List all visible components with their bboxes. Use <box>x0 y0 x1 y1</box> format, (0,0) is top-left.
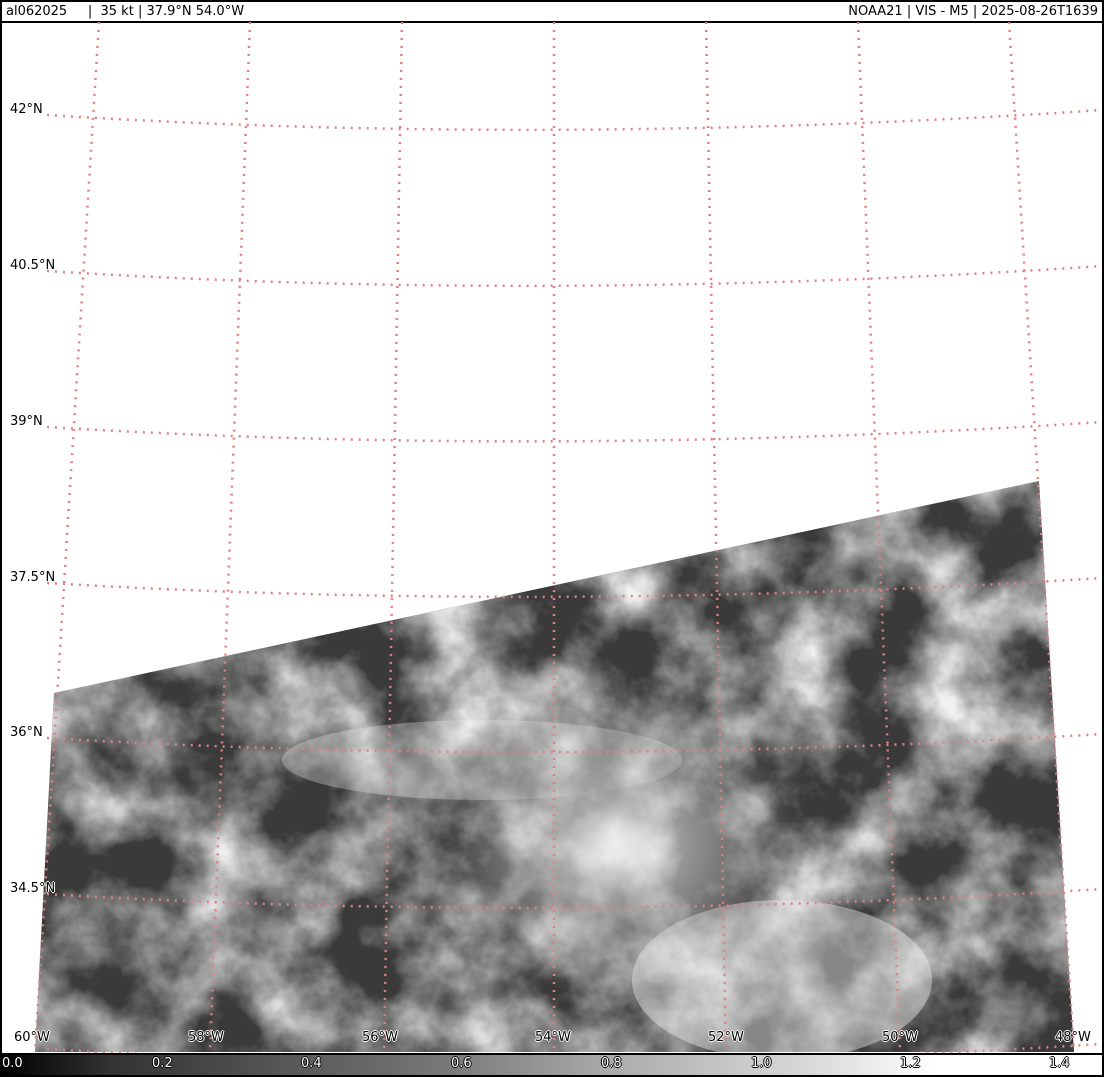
colorbar-tick: 0.6 <box>451 1056 472 1071</box>
lat-label: 34.5°N <box>10 881 56 896</box>
colorbar-tick: 0.2 <box>152 1056 173 1071</box>
lat-label: 36°N <box>10 725 43 740</box>
lat-label: 42°N <box>10 102 43 117</box>
lat-label: 39°N <box>10 414 43 429</box>
lon-label: 60°W <box>14 1030 50 1045</box>
colorbar-tick: 0.0 <box>2 1056 23 1071</box>
satellite-map: 42°N 40.5°N 39°N 37.5°N 36°N 34.5°N 60°W… <box>0 21 1104 1053</box>
colorbar-tick: 0.4 <box>301 1056 322 1071</box>
colorbar: 0.0 0.2 0.4 0.6 0.8 1.0 1.2 1.4 <box>0 1053 1104 1077</box>
lat-label: 40.5°N <box>10 258 56 273</box>
lon-label: 58°W <box>188 1030 224 1045</box>
storm-info: al062025 | 35 kt | 37.9°N 54.0°W <box>6 4 245 19</box>
sensor-info: NOAA21 | VIS - M5 | 2025-08-26T1639 <box>848 4 1098 19</box>
lon-label: 52°W <box>708 1030 744 1045</box>
lon-label: 48°W <box>1055 1030 1091 1045</box>
map-canvas <box>33 21 1102 1053</box>
colorbar-tick: 1.4 <box>1049 1056 1070 1071</box>
satellite-swath <box>35 481 1074 1052</box>
lon-label: 56°W <box>362 1030 398 1045</box>
lat-label: 37.5°N <box>10 570 56 585</box>
colorbar-tick: 1.0 <box>751 1056 772 1071</box>
lon-label: 54°W <box>535 1030 571 1045</box>
colorbar-tick: 0.8 <box>601 1056 622 1071</box>
title-bar: al062025 | 35 kt | 37.9°N 54.0°W NOAA21 … <box>0 0 1104 23</box>
lon-label: 50°W <box>882 1030 918 1045</box>
colorbar-tick: 1.2 <box>900 1056 921 1071</box>
